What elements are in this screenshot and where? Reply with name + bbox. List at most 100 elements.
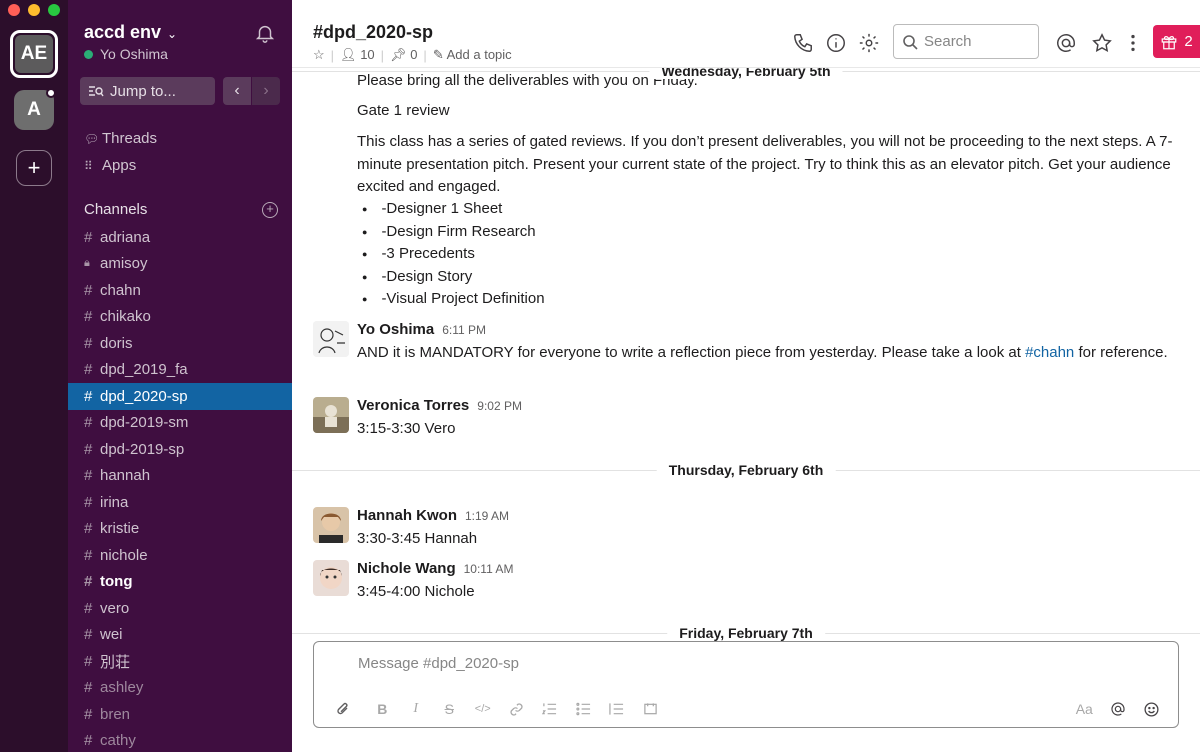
sidebar-item-channel[interactable]: # wei (68, 622, 292, 649)
sidebar-item-channel[interactable]: # chahn (68, 277, 292, 304)
add-topic-button[interactable]: ✎ Add a topic (433, 47, 512, 63)
emoji-icon[interactable] (1135, 698, 1169, 720)
star-icon[interactable]: ☆ (313, 47, 325, 63)
channel-name: vero (100, 599, 130, 617)
add-channel-icon[interactable]: + (262, 202, 278, 218)
sidebar-item-channel[interactable]: # dpd_2019_fa (68, 357, 292, 384)
maximize-window-button[interactable] (48, 4, 60, 16)
sidebar-item-channel[interactable]: # hannah (68, 463, 292, 490)
info-icon[interactable] (825, 32, 847, 54)
sidebar-item-channel[interactable]: # ashley (68, 675, 292, 702)
formatting-label: Aa (1075, 701, 1093, 717)
sidebar-item-channel[interactable]: # doris (68, 330, 292, 357)
message-author[interactable]: Veronica Torres 9:02 PM (357, 397, 522, 414)
sidebar-item-channel[interactable]: # kristie (68, 516, 292, 543)
avatar[interactable] (313, 507, 349, 543)
more-vertical-icon[interactable] (1122, 32, 1144, 54)
sidebar-item-channel[interactable]: # nichole (68, 542, 292, 569)
pinned-button[interactable]: 📌︎ 0 (390, 47, 417, 63)
day-label[interactable]: Thursday, February 6th (656, 462, 836, 478)
channel-name: dpd_2020-sp (100, 387, 188, 405)
lock-icon: 🔒︎ (84, 257, 90, 270)
workspace-ae-button[interactable]: AE (10, 30, 58, 78)
sidebar-item-channel[interactable]: # cathy (68, 728, 292, 752)
sidebar-item-threads[interactable]: 💬︎ Threads (84, 130, 157, 147)
hash-icon: # (84, 573, 93, 591)
message-composer[interactable]: Message #dpd_2020-sp B I S </> Aa (313, 641, 1179, 728)
attachment-icon[interactable] (326, 698, 360, 720)
close-window-button[interactable] (8, 4, 20, 16)
formatting-toggle-button[interactable]: Aa (1068, 698, 1102, 720)
channel-name: doris (100, 334, 133, 352)
sidebar-item-channel[interactable]: # irina (68, 489, 292, 516)
history-forward-button[interactable]: › (252, 77, 280, 105)
bulleted-list-icon[interactable] (567, 698, 601, 720)
sidebar-item-channel[interactable]: # 別荘 (68, 648, 292, 675)
channel-title[interactable]: #dpd_2020-sp (313, 22, 433, 43)
avatar[interactable] (313, 397, 349, 433)
message-text: This class has a series of gated reviews… (357, 133, 1173, 195)
sidebar-item-channel[interactable]: # dpd-2019-sm (68, 410, 292, 437)
bell-icon[interactable] (254, 22, 276, 44)
message-time[interactable]: 10:11 AM (464, 562, 514, 576)
workspace-name-button[interactable]: accd env ⌄ (84, 22, 177, 43)
history-back-button[interactable]: ‹ (223, 77, 251, 105)
message-author[interactable]: Nichole Wang 10:11 AM (357, 560, 513, 577)
code-icon[interactable]: </> (466, 698, 500, 720)
mention-icon[interactable] (1101, 698, 1135, 720)
slack-app: AE A + accd env ⌄ Yo Oshima Jump to... ‹ … (0, 0, 1200, 752)
code-block-icon[interactable] (634, 698, 668, 720)
gift-count: 2 (1184, 33, 1193, 50)
channel-link[interactable]: #chahn (1025, 344, 1074, 361)
star-icon[interactable] (1091, 32, 1113, 54)
sidebar-item-channel[interactable]: # adriana (68, 224, 292, 251)
sidebar-item-channel[interactable]: # chikako (68, 304, 292, 331)
day-label[interactable]: Friday, February 7th (667, 625, 825, 641)
deliverables-list: -Designer 1 Sheet -Design Firm Research … (362, 198, 544, 311)
hash-icon: # (84, 652, 93, 670)
message-time[interactable]: 6:11 PM (442, 323, 486, 337)
sidebar-item-channel[interactable]: # tong (68, 569, 292, 596)
gift-button[interactable]: 2 (1153, 25, 1200, 58)
workspace-name: accd env (84, 22, 162, 42)
day-label[interactable]: Wednesday, February 5th (649, 68, 843, 79)
bold-icon[interactable]: B (366, 698, 400, 720)
avatar[interactable] (313, 560, 349, 596)
day-divider: Wednesday, February 5th (292, 68, 1200, 79)
channel-name: bren (100, 705, 131, 723)
presence-active-icon (84, 49, 93, 59)
add-workspace-button[interactable]: + (16, 150, 52, 186)
message-text: 3:15-3:30 Vero (357, 420, 456, 437)
message-time[interactable]: 9:02 PM (477, 399, 522, 413)
channels-section-header[interactable]: Channels (84, 201, 147, 218)
hash-icon: # (84, 732, 93, 750)
sidebar-item-channel[interactable]: # dpd-2019-sp (68, 436, 292, 463)
current-user[interactable]: Yo Oshima (84, 46, 168, 62)
message-author[interactable]: Yo Oshima 6:11 PM (357, 321, 486, 338)
search-input[interactable]: Search (893, 24, 1039, 59)
day-divider: Friday, February 7th (292, 625, 1200, 641)
sidebar-item-channel[interactable]: 🔒︎ amisoy (68, 251, 292, 278)
link-icon[interactable] (500, 698, 534, 720)
blockquote-icon[interactable] (600, 698, 634, 720)
message-time[interactable]: 1:19 AM (465, 509, 509, 523)
pin-icon: 📌︎ (390, 47, 407, 62)
ordered-list-icon[interactable] (533, 698, 567, 720)
sidebar-item-apps[interactable]: ⠿ Apps (84, 157, 136, 174)
mentions-icon[interactable] (1055, 32, 1077, 54)
message-author[interactable]: Hannah Kwon 1:19 AM (357, 507, 509, 524)
members-button[interactable]: 👤︎ 10 (340, 47, 375, 63)
channel-name: dpd-2019-sp (100, 440, 185, 458)
jump-to-button[interactable]: Jump to... (80, 77, 215, 105)
sidebar-item-channel[interactable]: # dpd_2020-sp (68, 383, 292, 410)
italic-icon[interactable]: I (399, 698, 433, 720)
sidebar-item-channel[interactable]: # vero (68, 595, 292, 622)
minimize-window-button[interactable] (28, 4, 40, 16)
phone-icon[interactable] (792, 32, 814, 54)
message-input-placeholder[interactable]: Message #dpd_2020-sp (358, 655, 519, 672)
channel-name: ashley (100, 679, 144, 697)
avatar[interactable] (313, 321, 349, 357)
sidebar-item-channel[interactable]: # bren (68, 701, 292, 728)
strikethrough-icon[interactable]: S (433, 698, 467, 720)
gear-icon[interactable] (858, 32, 880, 54)
